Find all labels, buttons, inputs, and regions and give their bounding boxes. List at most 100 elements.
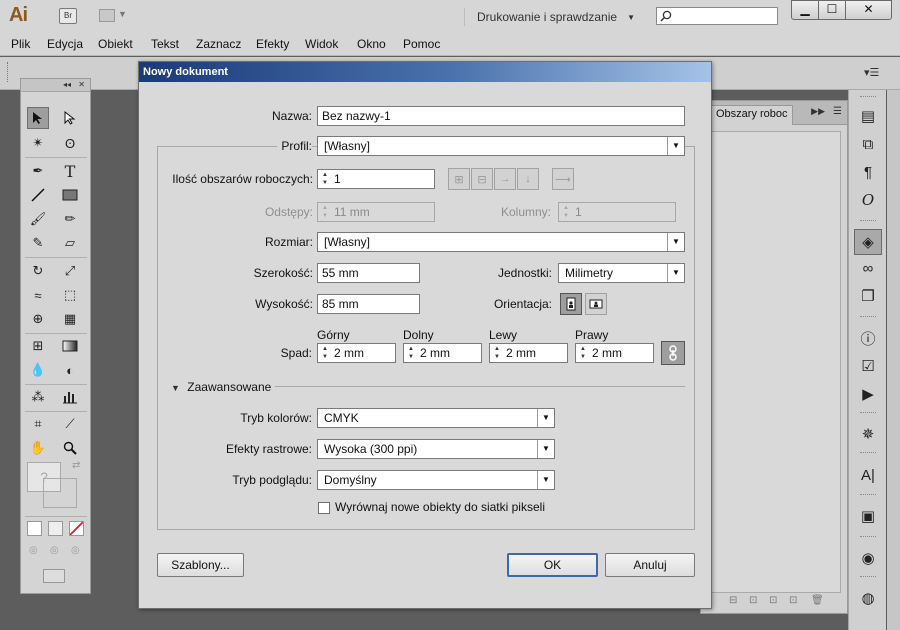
line-tool-icon[interactable]	[27, 184, 49, 206]
arrange-by-column-icon[interactable]: ↓	[517, 168, 539, 190]
name-field[interactable]: Bez nazwy-1	[317, 106, 685, 126]
bleed-right-field[interactable]: ▲ ▼ 2 mm	[575, 343, 654, 363]
paintbrush-tool-icon[interactable]: 🖌	[27, 208, 49, 230]
column-graph-tool-icon[interactable]	[59, 386, 81, 408]
rotate-tool-icon[interactable]: ↻	[27, 260, 49, 282]
eraser-tool-icon[interactable]: ▱	[59, 232, 81, 254]
direct-selection-tool-icon[interactable]	[59, 107, 81, 129]
spinner-arrows-icon[interactable]: ▲ ▼	[491, 345, 503, 361]
align-icon[interactable]: ▤	[858, 106, 878, 126]
spacing-field[interactable]: ▲ ▼ 11 mm	[317, 202, 435, 222]
lasso-tool-icon[interactable]: ʘ	[59, 132, 81, 154]
screen-mode-icon[interactable]	[43, 569, 65, 583]
actions-icon[interactable]: ▶	[858, 384, 878, 404]
spinner-arrows-icon[interactable]: ▲ ▼	[577, 345, 589, 361]
symbols-icon[interactable]: ✵	[858, 424, 878, 444]
swap-fill-stroke-icon[interactable]: ⇄	[72, 460, 80, 471]
height-field[interactable]: 85 mm	[317, 294, 420, 314]
document-info-icon[interactable]: ⓘ	[858, 328, 878, 348]
zoom-tool-icon[interactable]	[59, 437, 81, 459]
draw-inside-icon[interactable]: ◎	[71, 545, 80, 556]
align-to-pixel-grid-checkbox[interactable]	[318, 502, 330, 514]
image-trace-icon[interactable]: ▣	[858, 506, 878, 526]
shape-builder-tool-icon[interactable]: ⊕	[27, 308, 49, 330]
blend-tool-icon[interactable]: ◐	[59, 359, 81, 381]
blob-brush-tool-icon[interactable]: ✎	[27, 232, 49, 254]
menu-window[interactable]: Okno	[357, 37, 386, 51]
spinner-arrows-icon[interactable]: ▲ ▼	[319, 171, 331, 187]
cancel-button[interactable]: Anuluj	[605, 553, 695, 577]
templates-button[interactable]: Szablony...	[157, 553, 244, 577]
dock-scrollbar[interactable]	[887, 90, 900, 630]
preview-mode-dropdown[interactable]: Domyślny ▼	[317, 470, 555, 490]
rearrange-artboards-icon[interactable]: ⊟	[729, 595, 737, 606]
move-up-icon[interactable]: ⊡	[749, 595, 757, 606]
menu-file[interactable]: Plik	[11, 37, 30, 51]
dock-grip[interactable]	[860, 412, 876, 414]
tools-panel-header[interactable]: ◂◂ ✕	[21, 79, 90, 92]
menu-object[interactable]: Obiekt	[98, 37, 133, 51]
artboards-icon[interactable]: ❐	[858, 286, 878, 306]
rectangle-tool-icon[interactable]	[59, 184, 81, 206]
close-panel-icon[interactable]: ✕	[78, 80, 85, 89]
collapse-panel-icon[interactable]: ▶▶	[811, 106, 825, 117]
gradient-icon[interactable]	[48, 521, 63, 536]
scale-tool-icon[interactable]: ⤢	[59, 260, 81, 282]
profile-dropdown[interactable]: [Własny] ▼	[317, 136, 685, 156]
pen-tool-icon[interactable]: ✒	[27, 160, 49, 182]
spinner-arrows-icon[interactable]: ▲ ▼	[319, 345, 331, 361]
paragraph-icon[interactable]: ¶	[858, 162, 878, 182]
control-panel-menu-icon[interactable]: ▾☰	[864, 66, 879, 79]
opentype-icon[interactable]: O	[858, 190, 878, 210]
eyedropper-tool-icon[interactable]: 💧	[27, 359, 49, 381]
bleed-top-field[interactable]: ▲ ▼ 2 mm	[317, 343, 396, 363]
character-icon[interactable]: A|	[858, 465, 878, 485]
bridge-button[interactable]: Br	[59, 8, 77, 24]
portrait-orientation-icon[interactable]	[560, 293, 582, 315]
width-tool-icon[interactable]: ≈	[27, 284, 49, 306]
move-down-icon[interactable]: ⊡	[769, 595, 777, 606]
grid-by-row-icon[interactable]: ⊞	[448, 168, 470, 190]
color-icon[interactable]	[27, 521, 42, 536]
dock-grip[interactable]	[860, 220, 876, 222]
free-transform-tool-icon[interactable]: ⬚	[59, 284, 81, 306]
appearance-icon[interactable]: ◉	[858, 548, 878, 568]
dialog-title[interactable]: Nowy dokument	[139, 62, 711, 82]
symbol-sprayer-tool-icon[interactable]: ⁂	[27, 386, 49, 408]
selection-tool-icon[interactable]	[27, 107, 49, 129]
pencil-tool-icon[interactable]: ✏	[59, 208, 81, 230]
artboards-count-field[interactable]: ▲ ▼ 1	[317, 169, 435, 189]
maximize-window-button[interactable]: ☐	[818, 0, 846, 20]
menu-edit[interactable]: Edycja	[47, 37, 83, 51]
spinner-arrows-icon[interactable]: ▲ ▼	[405, 345, 417, 361]
pathfinder-icon[interactable]: ⧉	[858, 134, 878, 154]
menu-help[interactable]: Pomoc	[403, 37, 440, 51]
color-mode-dropdown[interactable]: CMYK ▼	[317, 408, 555, 428]
ok-button[interactable]: OK	[507, 553, 598, 577]
grid-by-column-icon[interactable]: ⊟	[471, 168, 493, 190]
units-dropdown[interactable]: Milimetry ▼	[558, 263, 685, 283]
fill-stroke-swatches[interactable]: ? ⇄	[27, 460, 85, 512]
link-bleed-values-icon[interactable]	[661, 341, 685, 365]
right-to-left-layout-icon[interactable]: ⟶	[552, 168, 574, 190]
collapse-panel-icon[interactable]: ◂◂	[63, 80, 71, 89]
gradient-tool-icon[interactable]	[59, 335, 81, 357]
perspective-grid-tool-icon[interactable]: ▦	[59, 308, 81, 330]
draw-normal-icon[interactable]: ◎	[29, 545, 38, 556]
raster-effects-dropdown[interactable]: Wysoka (300 ppi) ▼	[317, 439, 555, 459]
panel-grip[interactable]	[7, 62, 10, 82]
landscape-orientation-icon[interactable]	[585, 293, 607, 315]
panel-menu-icon[interactable]: ☰	[833, 106, 842, 117]
menu-type[interactable]: Tekst	[151, 37, 179, 51]
layers-icon[interactable]: ◈	[854, 229, 882, 255]
align-to-pixel-grid-label[interactable]: Wyrównaj nowe obiekty do siatki pikseli	[335, 500, 545, 514]
dock-grip[interactable]	[860, 316, 876, 318]
attributes-icon[interactable]: ☑	[858, 356, 878, 376]
menu-select[interactable]: Zaznacz	[196, 37, 241, 51]
arrange-by-row-icon[interactable]: →	[494, 168, 516, 190]
delete-artboard-icon[interactable]: 🗑	[811, 595, 824, 606]
artboards-list[interactable]	[711, 131, 841, 593]
arrange-documents-button[interactable]: ▼	[99, 8, 127, 24]
menu-effect[interactable]: Efekty	[256, 37, 289, 51]
type-tool-icon[interactable]: T	[59, 160, 81, 182]
